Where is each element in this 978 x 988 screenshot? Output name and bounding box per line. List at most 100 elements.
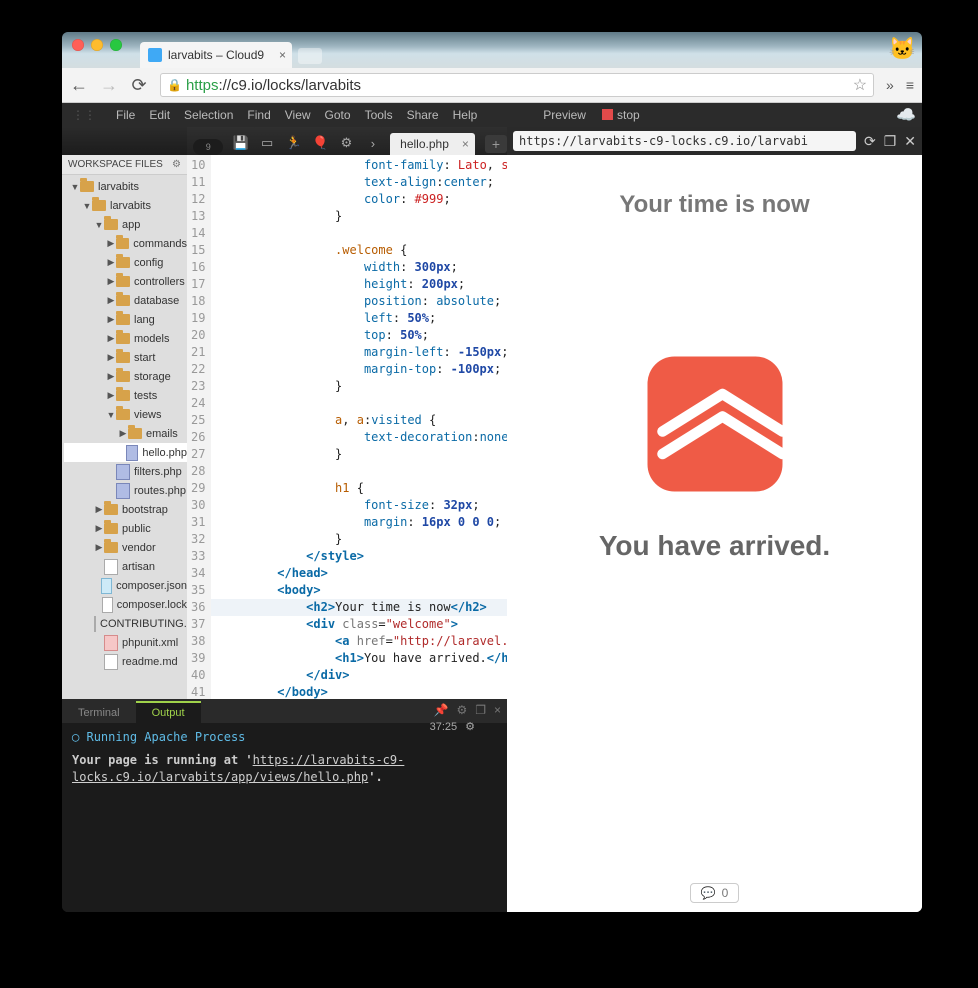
tree-node-commands[interactable]: ▶commands	[64, 234, 187, 253]
back-button[interactable]: ←	[70, 75, 88, 96]
tree-node-composer-json[interactable]: composer.json	[64, 576, 187, 595]
preview-heading: You have arrived.	[599, 530, 830, 562]
new-tab-button[interactable]	[298, 48, 322, 64]
editor-status: 37:25 ⚙	[430, 720, 475, 733]
forward-button[interactable]: →	[100, 75, 118, 96]
tree-node-vendor[interactable]: ▶vendor	[64, 538, 187, 557]
close-icon[interactable]: ×	[462, 137, 469, 151]
tree-node-controllers[interactable]: ▶controllers	[64, 272, 187, 291]
preview-viewport[interactable]: Your time is now You have arrived. 💬 0	[507, 155, 922, 912]
browser-tab[interactable]: larvabits – Cloud9 ×	[140, 42, 292, 68]
tree-node-phpunit-xml[interactable]: phpunit.xml	[64, 633, 187, 652]
tree-node-larvabits[interactable]: ▼larvabits	[64, 177, 187, 196]
tree-node-public[interactable]: ▶public	[64, 519, 187, 538]
tree-node-contributing-md[interactable]: CONTRIBUTING.md	[64, 614, 187, 633]
file-tree[interactable]: ▼larvabits▼larvabits▼app▶commands▶config…	[62, 175, 187, 699]
tree-node-tests[interactable]: ▶tests	[64, 386, 187, 405]
preview-pane: https://larvabits-c9-locks.c9.io/larvabi…	[507, 127, 922, 912]
tab-terminal[interactable]: Terminal	[62, 703, 136, 723]
menu-preview[interactable]: Preview	[543, 108, 586, 122]
close-icon[interactable]: ×	[279, 48, 286, 62]
tree-node-artisan[interactable]: artisan	[64, 557, 187, 576]
menu-view[interactable]: View	[285, 108, 311, 122]
gear-icon[interactable]: ⚙	[456, 703, 467, 717]
tree-node-views[interactable]: ▼views	[64, 405, 187, 424]
hamburger-icon[interactable]: ≡	[906, 77, 914, 93]
menu-stop[interactable]: stop	[602, 108, 640, 122]
tree-node-storage[interactable]: ▶storage	[64, 367, 187, 386]
workspace-files-label[interactable]: WORKSPACE FILES ⚙	[62, 155, 187, 175]
tree-node-models[interactable]: ▶models	[64, 329, 187, 348]
laravel-logo-icon	[640, 349, 790, 504]
save-icon[interactable]: 💾	[231, 131, 249, 155]
menu-selection[interactable]: Selection	[184, 108, 233, 122]
tree-node-lang[interactable]: ▶lang	[64, 310, 187, 329]
close-icon[interactable]: ✕	[904, 133, 916, 150]
gear-icon[interactable]: ⚙	[465, 720, 475, 733]
editor-tab[interactable]: hello.php ×	[390, 133, 475, 155]
chevron-right-icon[interactable]: ›	[364, 131, 382, 155]
window-maximize-button[interactable]	[110, 39, 122, 51]
tree-node-emails[interactable]: ▶emails	[64, 424, 187, 443]
tree-node-bootstrap[interactable]: ▶bootstrap	[64, 500, 187, 519]
tree-node-readme-md[interactable]: readme.md	[64, 652, 187, 671]
code-lines[interactable]: font-family: Lato, sans-s text-align:cen…	[211, 155, 507, 699]
maximize-icon[interactable]: ❐	[475, 703, 486, 717]
gear-icon[interactable]: ⚙	[172, 159, 181, 170]
menu-find[interactable]: Find	[247, 108, 270, 122]
tree-node-config[interactable]: ▶config	[64, 253, 187, 272]
popout-icon[interactable]: ❐	[884, 133, 897, 150]
reload-icon[interactable]: ⟳	[864, 133, 876, 150]
extensions-overflow-icon[interactable]: »	[886, 77, 894, 93]
preview-url-input[interactable]: https://larvabits-c9-locks.c9.io/larvabi	[513, 131, 856, 151]
output-content[interactable]: ◯ Running Apache Process Your page is ru…	[62, 723, 507, 792]
tree-node-routes-php[interactable]: routes.php	[64, 481, 187, 500]
address-bar[interactable]: 🔒 https ://c9.io/locks/larvabits ☆	[160, 73, 874, 97]
ide-menubar: ⋮⋮ File Edit Selection Find View Goto Tools Sha…	[62, 103, 922, 127]
url-path: ://c9.io/locks/larvabits	[218, 77, 361, 94]
stop-icon	[602, 109, 613, 120]
run-icon[interactable]: 🏃	[284, 131, 302, 155]
tree-node-filters-php[interactable]: filters.php	[64, 462, 187, 481]
cloud9-icon	[148, 48, 162, 62]
close-icon[interactable]: ×	[494, 703, 501, 717]
output-title: Running Apache Process	[86, 730, 245, 744]
debug-icon[interactable]: 🎈	[311, 131, 329, 155]
menu-share[interactable]: Share	[407, 108, 439, 122]
tree-node-start[interactable]: ▶start	[64, 348, 187, 367]
code-area[interactable]: 1011121314151617181920212223242526272829…	[187, 155, 507, 699]
url-scheme: https	[186, 77, 219, 94]
cursor-position: 37:25	[430, 721, 458, 733]
tree-node-app[interactable]: ▼app	[64, 215, 187, 234]
tree-node-hello-php[interactable]: hello.php	[64, 443, 187, 462]
tree-node-database[interactable]: ▶database	[64, 291, 187, 310]
reload-button[interactable]: ⟳	[130, 75, 148, 96]
browser-titlebar: larvabits – Cloud9 × 🐱	[62, 32, 922, 68]
cloud9-badge[interactable]: 9	[193, 139, 223, 155]
chat-count: 0	[722, 886, 729, 900]
bookmark-icon[interactable]: ☆	[853, 75, 867, 95]
chat-button[interactable]: 💬 0	[690, 883, 740, 903]
menu-help[interactable]: Help	[453, 108, 478, 122]
grip-icon: ⋮⋮	[72, 108, 96, 122]
add-tab-button[interactable]: +	[485, 135, 507, 153]
window-close-button[interactable]	[72, 39, 84, 51]
tab-output[interactable]: Output	[136, 701, 201, 723]
file-sidebar: WORKSPACE FILES ⚙ ▼larvabits▼larvabits▼a…	[62, 127, 187, 699]
extension-icon[interactable]: 🐱	[889, 36, 916, 62]
tree-node-larvabits[interactable]: ▼larvabits	[64, 196, 187, 215]
menu-edit[interactable]: Edit	[149, 108, 170, 122]
panel-icon[interactable]: ▭	[258, 131, 276, 155]
menu-tools[interactable]: Tools	[365, 108, 393, 122]
lock-icon: 🔒	[167, 78, 182, 92]
window-minimize-button[interactable]	[91, 39, 103, 51]
menu-file[interactable]: File	[116, 108, 135, 122]
editor-tab-label: hello.php	[400, 137, 449, 151]
cloud9-logo-icon[interactable]: ☁️	[896, 105, 916, 125]
tree-node-composer-lock[interactable]: composer.lock	[64, 595, 187, 614]
menu-goto[interactable]: Goto	[325, 108, 351, 122]
preview-subtitle: Your time is now	[619, 191, 809, 219]
pin-icon[interactable]: 📌	[434, 703, 449, 717]
line-gutter: 1011121314151617181920212223242526272829…	[187, 155, 211, 699]
gear-icon[interactable]: ⚙	[337, 131, 355, 155]
